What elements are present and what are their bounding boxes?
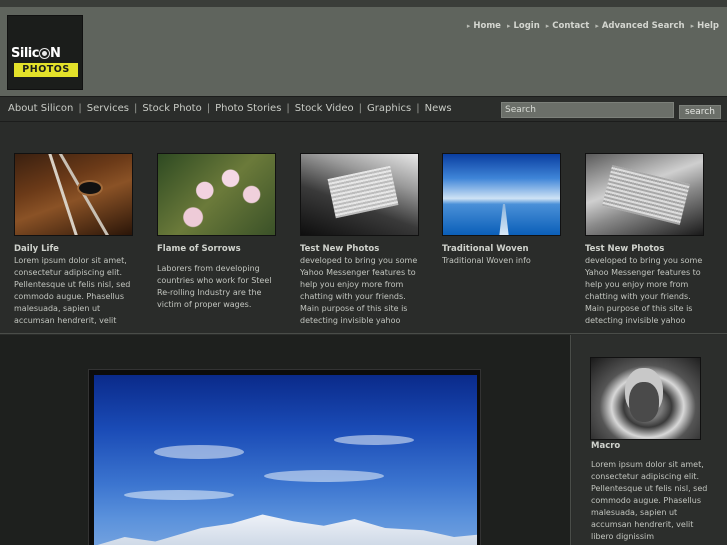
- top-link-label: Help: [697, 21, 719, 31]
- arrow-right-icon: ▸: [595, 22, 599, 30]
- search-button[interactable]: search: [679, 105, 721, 119]
- photo-detail: [154, 445, 244, 459]
- top-link-label: Home: [473, 21, 501, 31]
- photo-detail: [124, 490, 234, 500]
- nav-menu: About Silicon | Services | Stock Photo | Ph…: [8, 103, 452, 114]
- portrait-photo[interactable]: [590, 357, 701, 440]
- nav-item-news[interactable]: News: [425, 103, 452, 114]
- horse-photo[interactable]: [14, 153, 133, 236]
- site-logo[interactable]: Silic N PHOTOS: [7, 15, 83, 90]
- nav-item-photo-stories[interactable]: Photo Stories: [215, 103, 281, 114]
- featured-card[interactable]: Test New Photos developed to bring you s…: [300, 153, 425, 329]
- main-nav: About Silicon | Services | Stock Photo | Ph…: [0, 96, 727, 122]
- card-title[interactable]: Daily Life: [14, 244, 139, 254]
- nav-separator: |: [133, 103, 138, 114]
- nav-item-graphics[interactable]: Graphics: [367, 103, 411, 114]
- top-link-label: Login: [513, 21, 540, 31]
- card-body: Laborers from developing countries who w…: [157, 264, 272, 309]
- sidebar-title[interactable]: Macro: [591, 441, 620, 451]
- book-photo[interactable]: [585, 153, 704, 236]
- hero-frame: [88, 369, 481, 545]
- photo-detail: [79, 182, 101, 194]
- nav-item-stock-video[interactable]: Stock Video: [295, 103, 354, 114]
- arrow-right-icon: ▸: [506, 22, 511, 30]
- card-title[interactable]: Flame of Sorrows: [157, 244, 282, 254]
- card-body: developed to bring you some Yahoo Messen…: [585, 256, 703, 329]
- flower-photo[interactable]: [157, 153, 276, 236]
- featured-card[interactable]: Flame of Sorrows Laborers from developin…: [157, 153, 282, 329]
- top-links: ▸ Home ▸ Login ▸ Contact ▸ Advanced Search ▸…: [467, 21, 719, 31]
- top-link-advanced-search[interactable]: ▸ Advanced Search: [595, 21, 684, 31]
- card-body: developed to bring you some Yahoo Messen…: [300, 256, 418, 329]
- logo-text-a: Silic: [11, 46, 39, 61]
- top-link-contact[interactable]: ▸ Contact: [546, 21, 590, 31]
- photo-detail: [57, 154, 116, 235]
- photo-detail: [602, 164, 690, 226]
- sidebar: Macro Lorem ipsum dolor sit amet, consec…: [572, 335, 727, 545]
- photo-detail: [327, 165, 399, 219]
- mountain-photo[interactable]: [94, 375, 477, 545]
- featured-card[interactable]: Daily Life Lorem ipsum dolor sit amet, c…: [14, 153, 139, 329]
- main-content: [0, 335, 571, 545]
- arrow-right-icon: ▸: [466, 22, 471, 30]
- featured-strip: Daily Life Lorem ipsum dolor sit amet, c…: [0, 123, 727, 334]
- top-strip: [0, 0, 727, 7]
- nav-item-services[interactable]: Services: [87, 103, 129, 114]
- card-body: Traditional Woven info: [442, 256, 531, 265]
- logo-text-b: N: [49, 46, 61, 61]
- logo-dot-icon: [39, 49, 49, 58]
- top-link-label: Contact: [552, 21, 590, 31]
- card-title[interactable]: Test New Photos: [300, 244, 425, 254]
- nav-separator: |: [206, 103, 211, 114]
- featured-card[interactable]: Test New Photos developed to bring you s…: [585, 153, 710, 329]
- card-title[interactable]: Test New Photos: [585, 244, 710, 254]
- nav-separator: |: [286, 103, 290, 114]
- photo-detail: [629, 382, 659, 422]
- top-link-help[interactable]: ▸ Help: [691, 21, 719, 31]
- search-input[interactable]: [501, 102, 674, 118]
- nav-item-stock-photo[interactable]: Stock Photo: [142, 103, 201, 114]
- nav-item-about-silicon[interactable]: About Silicon: [8, 103, 73, 114]
- sidebar-body: Lorem ipsum dolor sit amet, consectetur …: [591, 460, 708, 541]
- sea-photo[interactable]: [442, 153, 561, 236]
- top-link-label: Advanced Search: [601, 21, 685, 31]
- header: Silic N PHOTOS ▸ Home ▸ Login ▸ Contact ▸ Adv…: [0, 7, 727, 96]
- logo-subtitle: PHOTOS: [14, 63, 78, 77]
- arrow-right-icon: ▸: [690, 22, 695, 30]
- card-body: Lorem ipsum dolor sit amet, consectetur …: [14, 256, 131, 329]
- top-link-home[interactable]: ▸ Home: [467, 21, 501, 31]
- photo-detail: [94, 514, 477, 545]
- photo-detail: [334, 435, 414, 445]
- nav-separator: |: [78, 103, 82, 114]
- nav-separator: |: [358, 103, 363, 114]
- featured-card[interactable]: Traditional Woven Traditional Woven info: [442, 153, 567, 329]
- arrow-right-icon: ▸: [545, 22, 550, 30]
- card-title[interactable]: Traditional Woven: [442, 244, 567, 254]
- book-photo[interactable]: [300, 153, 419, 236]
- top-link-login[interactable]: ▸ Login: [507, 21, 540, 31]
- photo-detail: [499, 204, 509, 235]
- nav-separator: |: [416, 103, 420, 114]
- logo-wordmark: Silic N: [11, 46, 61, 61]
- photo-detail: [264, 470, 384, 482]
